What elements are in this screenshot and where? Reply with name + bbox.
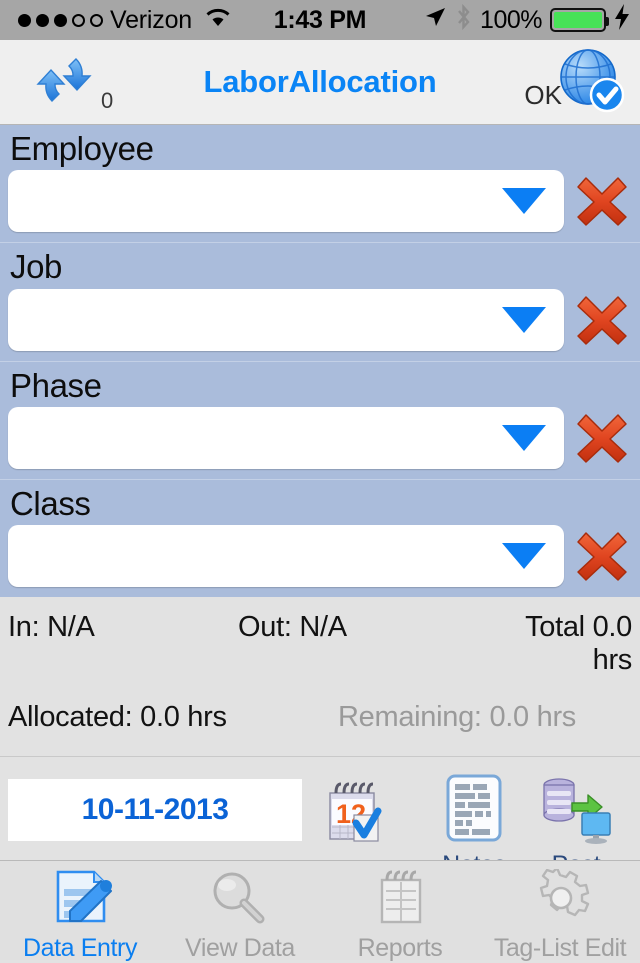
clock-in-label: In: N/A xyxy=(8,611,95,644)
field-row-employee xyxy=(0,170,640,242)
field-label-employee: Employee xyxy=(10,130,154,167)
tab-label-view-data: View Data xyxy=(185,934,295,962)
total-hours-label: Total 0.0 hrs xyxy=(525,611,632,677)
field-label-phase: Phase xyxy=(10,366,102,404)
battery-icon xyxy=(550,8,609,32)
allocated-hours-label: Allocated: 0.0 hrs xyxy=(8,701,227,734)
clear-phase-button[interactable] xyxy=(564,409,640,467)
field-group-class: Class xyxy=(0,480,640,597)
remaining-hours-label: Remaining: 0.0 hrs xyxy=(338,701,576,734)
chevron-down-icon[interactable] xyxy=(502,188,546,215)
field-group-phase: Phase xyxy=(0,362,640,479)
notes-document-icon[interactable] xyxy=(441,773,507,850)
clear-class-button[interactable] xyxy=(564,527,640,585)
magnifier-icon[interactable] xyxy=(204,869,276,932)
field-row-job xyxy=(0,288,640,361)
sync-refresh-icon[interactable] xyxy=(30,49,98,116)
navigation-bar: 0 LaborAllocation OK xyxy=(0,40,640,125)
field-row-phase xyxy=(0,406,640,479)
clock-label: 1:43 PM xyxy=(273,5,367,34)
field-group-job: Job xyxy=(0,243,640,360)
job-dropdown[interactable] xyxy=(8,288,564,351)
status-bar: Verizon 1:43 PM 100% xyxy=(0,0,640,40)
hours-summary-row-2: Allocated: 0.0 hrs Remaining: 0.0 hrs xyxy=(0,701,640,734)
field-label-class: Class xyxy=(10,484,91,522)
field-row-class xyxy=(0,525,640,597)
data-entry-pencil-icon[interactable] xyxy=(44,869,116,932)
tab-tag-list-edit[interactable]: Tag-List Edit xyxy=(480,861,640,962)
clear-job-button[interactable] xyxy=(564,291,640,349)
employee-dropdown[interactable] xyxy=(8,170,564,233)
clear-employee-button[interactable] xyxy=(564,172,640,230)
tab-label-reports: Reports xyxy=(357,934,443,962)
clock-out-label: Out: N/A xyxy=(238,611,347,644)
phase-dropdown[interactable] xyxy=(8,406,564,469)
chevron-down-icon[interactable] xyxy=(502,306,546,333)
tab-view-data[interactable]: View Data xyxy=(160,861,320,962)
hours-summary-row-1: In: N/A Out: N/A Total 0.0 hrs xyxy=(0,611,640,677)
tab-reports[interactable]: Reports xyxy=(320,861,480,962)
field-label-job: Job xyxy=(10,248,63,286)
sync-count-badge: 0 xyxy=(101,87,114,113)
tab-label-tag-list-edit: Tag-List Edit xyxy=(493,934,627,962)
class-dropdown[interactable] xyxy=(8,525,564,588)
globe-check-icon[interactable] xyxy=(554,44,626,121)
labor-allocation-form: Employee Job Phase Class xyxy=(0,125,640,598)
post-database-to-monitor-icon[interactable] xyxy=(538,773,614,850)
field-group-employee: Employee xyxy=(0,125,640,242)
tab-label-data-entry: Data Entry xyxy=(22,934,138,962)
sync-button[interactable]: 0 xyxy=(0,49,113,116)
tab-bar: Data Entry View Data Reports Tag-List Ed… xyxy=(0,860,640,962)
calendar-picker-icon[interactable]: 12 xyxy=(318,782,392,853)
tab-data-entry[interactable]: Data Entry xyxy=(0,861,160,962)
gear-icon[interactable] xyxy=(524,866,596,932)
notepad-icon[interactable] xyxy=(364,869,436,932)
hours-summary: In: N/A Out: N/A Total 0.0 hrs Allocated… xyxy=(0,597,640,758)
chevron-down-icon[interactable] xyxy=(502,543,546,570)
connection-status-button[interactable]: OK xyxy=(524,40,626,125)
chevron-down-icon[interactable] xyxy=(502,424,546,451)
calendar-picker-button[interactable]: 12 xyxy=(318,775,392,854)
date-field[interactable]: 10-11-2013 xyxy=(8,779,302,842)
